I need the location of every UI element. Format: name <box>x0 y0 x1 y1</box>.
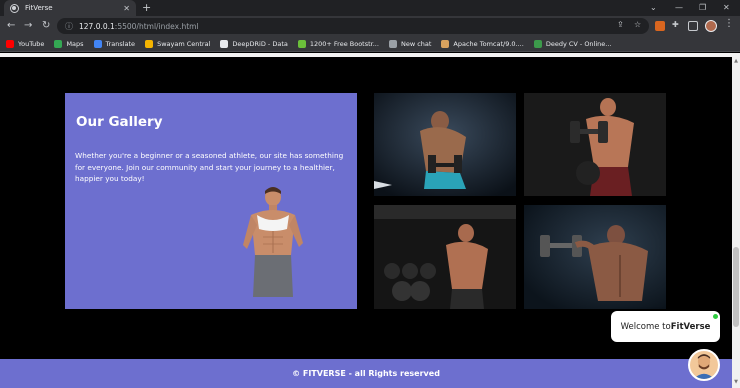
footer-copyright: © FITVERSE - all Rights reserved <box>292 369 440 378</box>
scrollbar[interactable]: ▲ ▼ <box>732 57 740 388</box>
globe-icon <box>10 3 19 13</box>
bookmark-label: Swayam Central <box>157 39 211 48</box>
back-arrow-icon[interactable]: ← <box>7 19 15 33</box>
window-close-button[interactable]: ✕ <box>723 1 730 15</box>
bookmark-label: Deedy CV - Online... <box>545 39 612 48</box>
bookmark-item[interactable]: DeepDRiD - Data <box>220 39 288 48</box>
browser-tab-bar: FitVerse ✕ + ⌄ — ❐ ✕ <box>0 0 740 16</box>
model-image <box>243 187 303 297</box>
bookmark-label: Maps <box>66 39 84 48</box>
bookmark-label: Apache Tomcat/9.0.... <box>453 39 524 48</box>
bookmark-label: DeepDRiD - Data <box>232 39 288 48</box>
bookmark-item[interactable]: Translate <box>93 39 136 48</box>
new-tab-button[interactable]: + <box>142 1 151 15</box>
bookmark-star-icon[interactable]: ☆ <box>634 20 641 29</box>
gallery-intro-card: Our Gallery Whether you're a beginner or… <box>65 93 357 309</box>
tab-title: FitVerse <box>25 4 53 12</box>
chat-avatar[interactable] <box>688 349 720 381</box>
bookmark-favicon-icon <box>54 39 63 48</box>
bookmark-favicon-icon <box>220 39 229 48</box>
page-content: Our Gallery Whether you're a beginner or… <box>0 57 740 388</box>
browser-toolbar: ← → ↻ ⓘ 127.0.0.1:5500/html/index.html ⇪… <box>0 16 740 36</box>
bookmark-item[interactable]: Apache Tomcat/9.0.... <box>441 39 524 48</box>
gallery-photo-3 <box>374 205 516 309</box>
bookmark-label: New chat <box>400 39 432 48</box>
chat-greeting: Welcome to <box>620 321 671 332</box>
bookmark-favicon-icon <box>441 39 450 48</box>
menu-kebab-icon[interactable]: ⋮ <box>724 18 734 29</box>
scrollbar-thumb[interactable] <box>733 247 739 327</box>
tab-close-icon[interactable]: ✕ <box>123 4 130 13</box>
profile-avatar[interactable] <box>705 20 717 32</box>
forward-arrow-icon[interactable]: → <box>24 19 32 33</box>
bookmark-item[interactable]: New chat <box>388 39 432 48</box>
online-status-icon <box>712 313 719 320</box>
gallery-photo-1 <box>374 93 516 196</box>
address-bar[interactable]: ⓘ 127.0.0.1:5500/html/index.html <box>57 18 649 34</box>
maximize-button[interactable]: ❐ <box>699 1 706 15</box>
url-text: 127.0.0.1:5500/html/index.html <box>79 21 199 31</box>
minimize-button[interactable]: — <box>675 1 683 15</box>
gallery-title: Our Gallery <box>76 114 163 130</box>
footer: © FITVERSE - all Rights reserved <box>0 359 732 388</box>
bookmark-favicon-icon <box>145 39 154 48</box>
gallery-description: Whether you're a beginner or a seasoned … <box>75 151 344 183</box>
tab-search-icon[interactable]: ⌄ <box>650 1 657 15</box>
bookmark-item[interactable]: 1200+ Free Bootstr... <box>297 39 379 48</box>
gallery-photo-2 <box>524 93 666 196</box>
bookmark-label: 1200+ Free Bootstr... <box>309 39 379 48</box>
bookmark-favicon-icon <box>388 39 397 48</box>
bookmark-label: YouTube <box>18 39 45 48</box>
scroll-up-arrow-icon[interactable]: ▲ <box>733 58 739 64</box>
gallery-photo-4 <box>524 205 666 309</box>
bookmark-item[interactable]: Deedy CV - Online... <box>533 39 612 48</box>
site-info-icon[interactable]: ⓘ <box>65 21 73 32</box>
side-panel-icon[interactable] <box>688 21 698 31</box>
bookmark-favicon-icon <box>297 39 306 48</box>
extensions-puzzle-icon[interactable]: ✚ <box>672 20 679 29</box>
bookmark-favicon-icon <box>533 39 542 48</box>
extension-fox-icon[interactable] <box>655 21 665 31</box>
bookmark-item[interactable]: Swayam Central <box>145 39 211 48</box>
chat-welcome-bubble[interactable]: Welcome to FitVerse <box>611 311 720 342</box>
bookmarks-bar: YouTube Maps Translate Swayam Central DeepDR… <box>0 36 740 52</box>
chat-brand: FitVerse <box>670 321 711 332</box>
bookmark-favicon-icon <box>93 39 102 48</box>
reload-icon[interactable]: ↻ <box>42 19 50 33</box>
bookmark-label: Translate <box>105 39 136 48</box>
bookmark-item[interactable]: Maps <box>54 39 84 48</box>
browser-tab[interactable]: FitVerse ✕ <box>4 0 136 16</box>
bookmark-favicon-icon <box>6 39 14 48</box>
share-icon[interactable]: ⇪ <box>617 20 624 29</box>
bookmark-item[interactable]: YouTube <box>6 39 45 48</box>
scroll-down-arrow-icon[interactable]: ▼ <box>733 379 739 385</box>
